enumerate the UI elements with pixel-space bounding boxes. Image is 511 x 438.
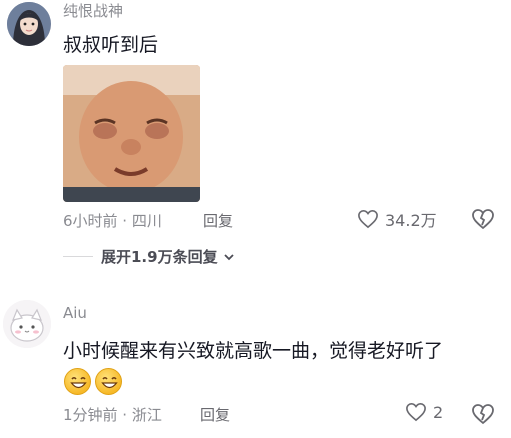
comment-text: 叔叔听到后 <box>63 34 159 56</box>
reply-button[interactable]: 回复 <box>200 404 230 425</box>
comment-meta: 1分钟前 · 浙江 <box>63 406 162 424</box>
sticker-face <box>63 65 200 202</box>
like-button[interactable]: 34.2万 <box>357 207 437 231</box>
comment-meta: 6小时前 · 四川 <box>63 212 162 230</box>
like-count: 2 <box>433 402 444 422</box>
like-count: 34.2万 <box>385 211 437 230</box>
broken-heart-icon <box>472 404 494 425</box>
comment-username[interactable]: Aiu <box>63 304 87 322</box>
grinning-face-emoji <box>64 368 91 395</box>
avatar[interactable] <box>3 300 51 348</box>
chevron-down-icon <box>223 253 234 260</box>
emoji-face <box>70 376 87 389</box>
comment-username[interactable]: 纯恨战神 <box>63 0 123 21</box>
reply-button[interactable]: 回复 <box>203 210 233 231</box>
avatar[interactable] <box>7 2 51 46</box>
grinning-face-emoji <box>95 368 122 395</box>
comment-text: 小时候醒来有兴致就高歌一曲，觉得老好听了 <box>63 340 444 362</box>
emoji-face <box>101 376 118 389</box>
like-button[interactable]: 2 <box>405 402 443 422</box>
heart-outline-icon <box>358 209 378 229</box>
expand-replies-label: 展开1.9万条回复 <box>101 248 218 266</box>
avatar-image <box>3 300 51 348</box>
divider <box>63 256 93 257</box>
avatar-image <box>7 2 51 46</box>
broken-heart-icon <box>472 209 494 230</box>
dislike-button[interactable] <box>471 403 495 429</box>
heart-outline-icon <box>406 402 426 422</box>
comment-sticker-image[interactable] <box>63 65 200 202</box>
comment-item: Aiu 小时候醒来有兴致就高歌一曲，觉得老好听了 1分钟前 · 浙江 回复 2 <box>0 300 511 438</box>
expand-replies-button[interactable]: 展开1.9万条回复 <box>63 246 236 267</box>
dislike-button[interactable] <box>471 208 495 234</box>
comment-item: 纯恨战神 叔叔听到后 6小时前 · 四川 回复 34.2万 展开1.9万条回复 <box>0 0 511 275</box>
